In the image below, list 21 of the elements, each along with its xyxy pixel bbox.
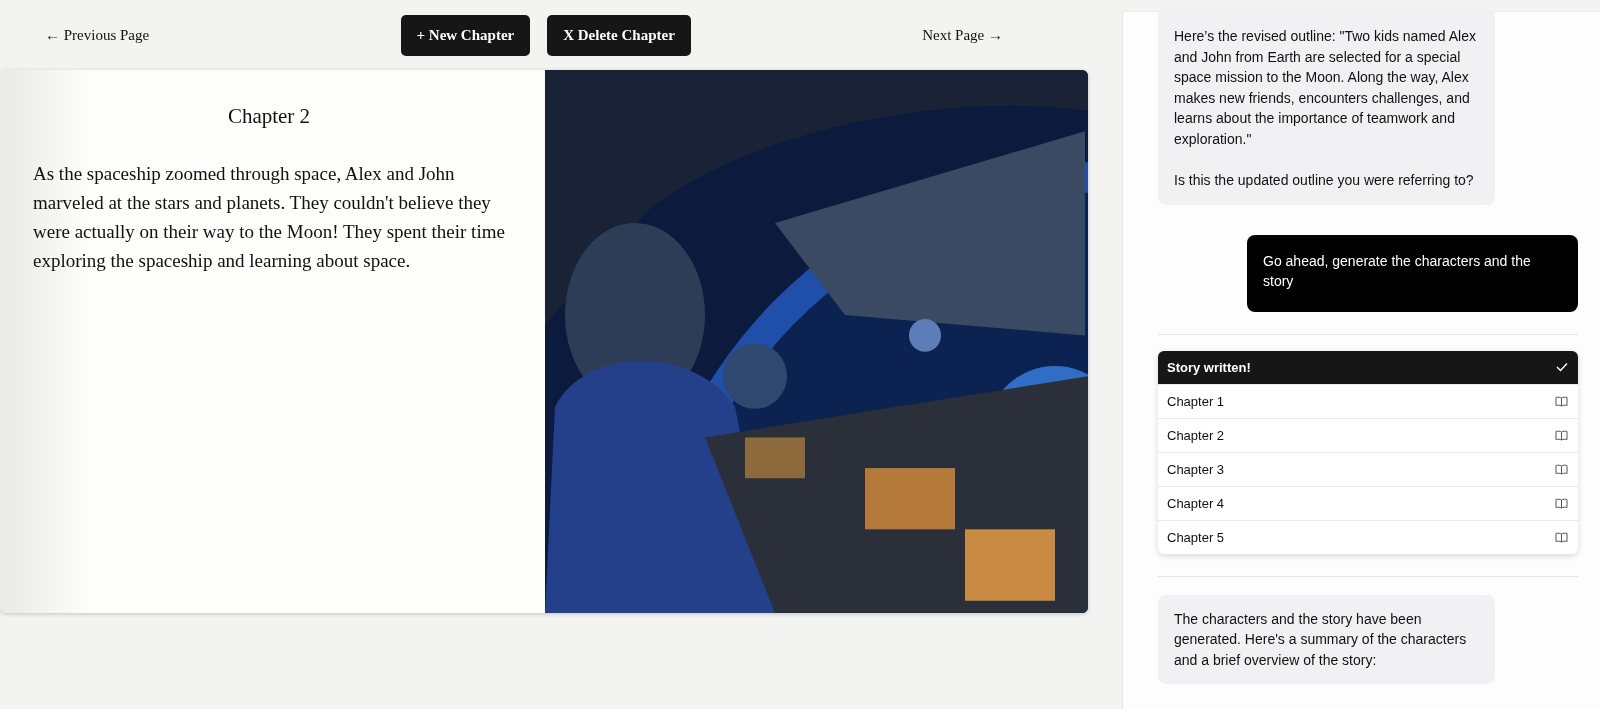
chapter-item[interactable]: Chapter 1 (1158, 383, 1578, 418)
chapter-item[interactable]: Chapter 5 (1158, 519, 1578, 554)
new-chapter-button[interactable]: + New Chapter (400, 14, 531, 56)
previous-page-link[interactable]: ← Previous Page (45, 26, 150, 44)
message-text: The characters and the story have been generated. Here's a summary of the characters and a brief overview of the story: (1174, 609, 1468, 670)
chapter-item[interactable]: Chapter 4 (1158, 485, 1578, 520)
next-page-link[interactable]: Next Page → (922, 26, 1003, 44)
chapter-item[interactable]: Chapter 3 (1158, 451, 1578, 486)
book-icon (1555, 395, 1568, 407)
message-text: Is this the updated outline you were referring to? (1174, 171, 1475, 190)
book-icon (1555, 463, 1568, 475)
delete-chapter-button[interactable]: X Delete Chapter (547, 14, 691, 56)
book-icon (1555, 531, 1568, 543)
chapter-title: Chapter 2 (226, 104, 312, 129)
book-icon (1555, 429, 1568, 441)
message-text: Here’s the revised outline: "Two kids named Alex and John from Earth are selected for a special space mission to the Moon. Along the way, Alex makes new friends, encounters challenges, and learns about the importance of teamwork and exploration." (1174, 27, 1477, 149)
message-text: Go ahead, generate the characters and the story (1263, 251, 1532, 291)
chapter-text: As the spaceship zoomed through space, Alex and John marveled at the stars and planets. They couldn't believe they were actually on their way to the Moon! They spent their time exploring the spaceship and learning about space. (33, 162, 505, 273)
book-icon (1555, 497, 1568, 509)
status-text: Story written! (1167, 359, 1251, 375)
chapter-item[interactable]: Chapter 2 (1158, 417, 1578, 452)
